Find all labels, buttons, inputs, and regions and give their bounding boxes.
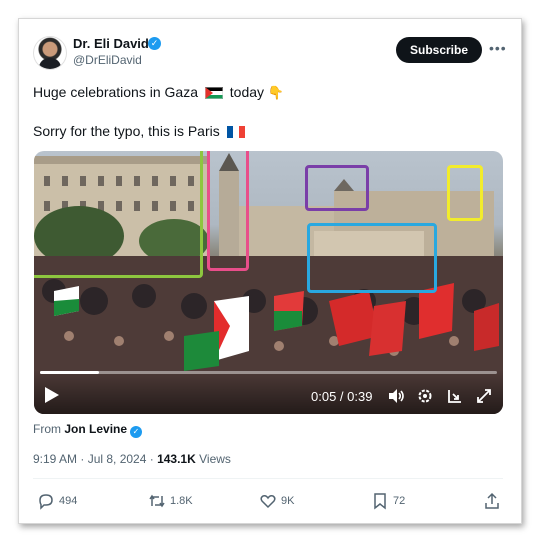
play-icon[interactable]: [44, 386, 60, 404]
bookmark-icon: [374, 493, 386, 510]
volume-icon[interactable]: [387, 387, 405, 405]
like-button[interactable]: 9K: [259, 492, 309, 510]
tweet-text-correction: Sorry for the typo, this is Paris: [33, 123, 220, 139]
video-progress-bar[interactable]: [40, 371, 497, 374]
settings-gear-icon[interactable]: [416, 387, 434, 405]
annotation-box-blue: [307, 223, 437, 293]
author-name[interactable]: Dr. Eli David: [73, 36, 149, 51]
france-flag-icon: [226, 126, 245, 138]
attribution-prefix: From: [33, 422, 61, 436]
views-label: Views: [199, 452, 231, 466]
attribution-source[interactable]: Jon Levine: [64, 422, 127, 436]
video-time: 0:05 / 0:39: [311, 389, 373, 404]
reply-count: 494: [59, 495, 78, 507]
pointing-down-icon: 👇: [267, 85, 285, 100]
annotation-box-green: [34, 151, 203, 278]
author-handle[interactable]: @DrEliDavid: [73, 53, 142, 67]
tweet-text-tail: today: [229, 84, 265, 100]
video-player[interactable]: 0:05 / 0:39: [34, 151, 503, 414]
subscribe-button[interactable]: Subscribe: [396, 37, 482, 63]
views-count: 143.1K: [157, 452, 196, 466]
verified-badge-icon: ✓: [148, 37, 161, 50]
tweet-timestamp[interactable]: 9:19 AM · Jul 8, 2024 ·: [33, 452, 154, 466]
annotation-box-purple: [305, 165, 369, 211]
share-button[interactable]: [483, 492, 503, 510]
attribution: From Jon Levine ✓: [33, 422, 143, 438]
repost-button[interactable]: 1.8K: [148, 492, 198, 510]
tweet-text-line-2: Sorry for the typo, this is Paris: [33, 123, 248, 139]
avatar[interactable]: [33, 36, 67, 70]
picture-in-picture-icon[interactable]: [446, 387, 464, 405]
palestine-flag-icon: [204, 87, 223, 99]
annotation-box-yellow: [447, 165, 483, 221]
video-progress-fill: [40, 371, 100, 374]
repost-icon: [149, 494, 165, 508]
verified-badge-icon: ✓: [130, 426, 143, 438]
reply-button[interactable]: 494: [37, 492, 87, 510]
repost-count: 1.8K: [170, 495, 193, 507]
more-options-icon[interactable]: •••: [489, 40, 507, 56]
reply-icon: [39, 494, 53, 510]
bookmark-button[interactable]: 72: [371, 492, 421, 510]
heart-icon: [260, 495, 276, 509]
fullscreen-icon[interactable]: [475, 387, 493, 405]
annotation-box-pink: [207, 151, 249, 271]
share-icon: [485, 492, 499, 509]
tweet-text-main: Huge celebrations in Gaza: [33, 84, 198, 100]
tweet-text-line-1: Huge celebrations in Gaza today 👇: [33, 84, 284, 101]
divider: [33, 478, 503, 479]
bookmark-count: 72: [393, 495, 406, 507]
tweet-meta: 9:19 AM · Jul 8, 2024 · 143.1K Views: [33, 452, 231, 466]
like-count: 9K: [281, 495, 295, 507]
